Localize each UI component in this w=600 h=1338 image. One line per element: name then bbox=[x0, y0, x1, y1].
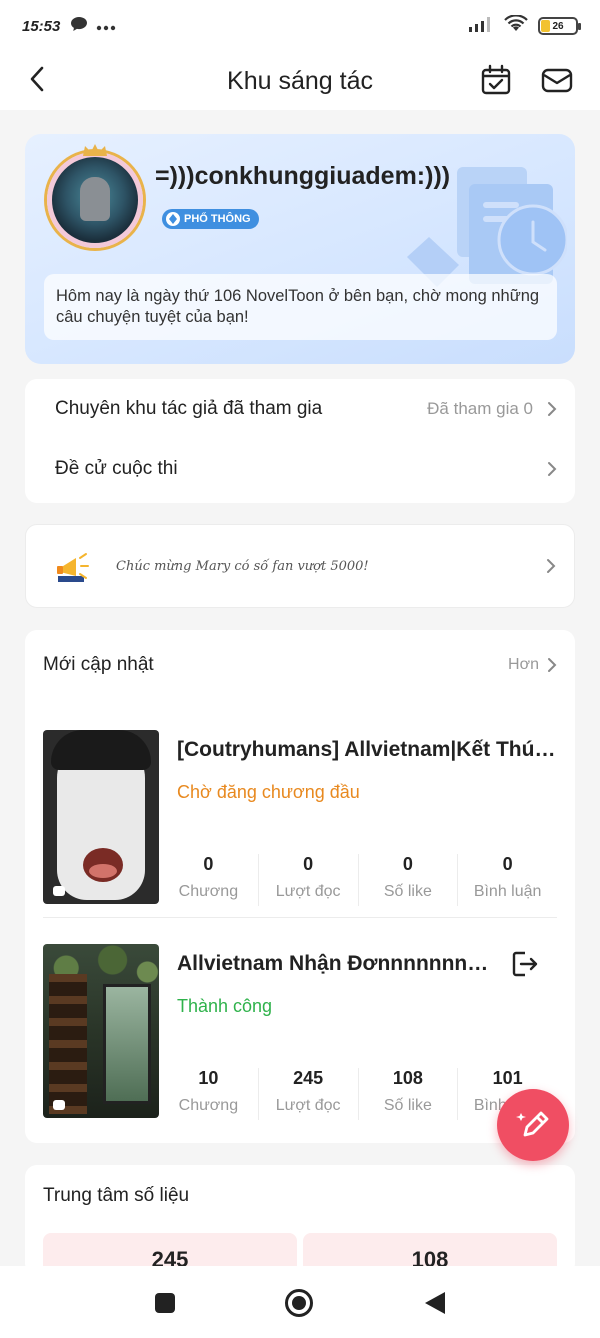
stat-value: 108 bbox=[392, 1068, 423, 1088]
profile-card: =)))conkhunggiuadem:))) PHỔ THÔNG Hôm na… bbox=[25, 134, 575, 364]
stat-value: 0 bbox=[203, 854, 214, 874]
chevron-right-icon bbox=[547, 559, 556, 573]
diamond-icon bbox=[166, 212, 180, 226]
stat-value: 101 bbox=[492, 1068, 523, 1088]
story-status: Thành công bbox=[177, 996, 273, 1016]
header: Khu sáng tác bbox=[0, 52, 600, 110]
menu-card: Chuyên khu tác giả đã tham gia Đã tham g… bbox=[25, 379, 575, 503]
write-fab-button[interactable] bbox=[497, 1089, 569, 1161]
pencil-icon bbox=[516, 1111, 549, 1137]
back-arrow-icon[interactable] bbox=[22, 64, 52, 94]
crown-icon bbox=[83, 144, 107, 156]
stat-value: 0 bbox=[303, 854, 314, 874]
story-item[interactable]: Allvietnam Nhận Đơnnnnnnnnn... Thành côn… bbox=[43, 944, 557, 1130]
avatar-figure bbox=[80, 177, 110, 221]
chat-bubble-icon bbox=[53, 1100, 65, 1110]
notice-banner[interactable]: Chúc mừng Mary có số fan vượt 5000! bbox=[25, 524, 575, 608]
more-link-label: Hơn bbox=[508, 656, 539, 673]
story-stats: 0 Chương 0 Lượt đọc 0 Số like 0 Bình luận bbox=[159, 854, 557, 906]
section-title: Trung tâm số liệu bbox=[43, 1185, 190, 1206]
stat-label: Lượt đọc bbox=[275, 883, 341, 900]
stat-likes: 0 Số like bbox=[357, 854, 458, 906]
calendar-check-icon[interactable] bbox=[480, 64, 512, 96]
back-button[interactable] bbox=[420, 1288, 450, 1318]
status-time: 15:53 bbox=[22, 17, 61, 35]
stat-value: 0 bbox=[402, 854, 413, 874]
status-bar: 15:53 26 bbox=[0, 0, 600, 52]
chat-bubble-icon bbox=[53, 886, 65, 896]
system-nav-bar bbox=[0, 1266, 600, 1338]
menu-item-label: Chuyên khu tác giả đã tham gia bbox=[55, 398, 323, 419]
more-dots-icon bbox=[96, 18, 116, 35]
more-link[interactable]: Hơn bbox=[508, 656, 557, 674]
menu-item-value: Đã tham gia 0 bbox=[427, 399, 533, 418]
stat-label: Lượt đọc bbox=[275, 1097, 341, 1114]
stat-chapters: 10 Chương bbox=[159, 1068, 258, 1120]
story-title: Allvietnam Nhận Đơnnnnnnnnn... bbox=[177, 952, 497, 975]
mail-icon[interactable] bbox=[541, 64, 573, 96]
stat-label: Số like bbox=[383, 1097, 432, 1114]
menu-item-contest[interactable]: Đề cử cuộc thi bbox=[25, 439, 575, 499]
battery-icon: 26 bbox=[538, 17, 581, 35]
story-status: Chờ đăng chương đầu bbox=[177, 782, 360, 802]
megaphone-icon bbox=[57, 553, 89, 582]
triangle-back-icon bbox=[425, 1292, 445, 1314]
story-item[interactable]: [Coutryhumans] Allvietnam|Kết Thúc ... C… bbox=[43, 730, 557, 916]
stat-value: 0 bbox=[502, 854, 513, 874]
stat-label: Chương bbox=[178, 883, 239, 900]
story-cover bbox=[43, 730, 159, 904]
circle-icon bbox=[285, 1289, 313, 1317]
battery-text: 26 bbox=[552, 20, 564, 32]
export-icon[interactable] bbox=[511, 950, 539, 978]
data-center-card: Trung tâm số liệu 245 108 bbox=[25, 1165, 575, 1275]
stat-label: Bình luận bbox=[473, 883, 542, 900]
story-cover bbox=[43, 944, 159, 1118]
stat-reads: 245 Lượt đọc bbox=[257, 1068, 358, 1120]
recent-updates-card: Mới cập nhật Hơn [Coutryhumans] Allvietn… bbox=[25, 630, 575, 1143]
story-stats: 10 Chương 245 Lượt đọc 108 Số like 101 Bình … bbox=[159, 1068, 557, 1120]
cover-hair bbox=[51, 730, 151, 770]
cover-window bbox=[103, 984, 151, 1104]
chevron-right-icon bbox=[548, 402, 557, 416]
stat-value: 10 bbox=[198, 1068, 219, 1088]
home-button[interactable] bbox=[284, 1288, 314, 1318]
stat-label: Số like bbox=[383, 883, 432, 900]
stat-value: 245 bbox=[293, 1068, 324, 1088]
avatar[interactable] bbox=[47, 144, 143, 248]
cover-bookshelf bbox=[49, 974, 87, 1114]
stat-likes: 108 Số like bbox=[357, 1068, 458, 1120]
divider bbox=[43, 917, 557, 918]
tier-badge-label: PHỔ THÔNG bbox=[184, 213, 251, 225]
chevron-right-icon bbox=[548, 462, 557, 476]
username: =)))conkhunggiuadem:))) bbox=[155, 162, 451, 190]
square-icon bbox=[155, 1293, 175, 1313]
menu-item-label: Đề cử cuộc thi bbox=[55, 458, 178, 479]
stat-chapters: 0 Chương bbox=[159, 854, 258, 906]
stat-label: Chương bbox=[178, 1097, 239, 1114]
stat-reads: 0 Lượt đọc bbox=[257, 854, 358, 906]
notice-text: Chúc mừng Mary có số fan vượt 5000! bbox=[116, 558, 369, 574]
wifi-icon bbox=[504, 14, 528, 37]
stat-comments: 0 Bình luận bbox=[457, 854, 557, 906]
greeting-message: Hôm nay là ngày thứ 106 NovelToon ở bên … bbox=[44, 274, 557, 340]
recent-apps-button[interactable] bbox=[150, 1288, 180, 1318]
chevron-right-icon bbox=[548, 658, 557, 672]
story-title: [Coutryhumans] Allvietnam|Kết Thúc ... bbox=[177, 738, 557, 761]
tier-badge: PHỔ THÔNG bbox=[162, 209, 259, 229]
menu-item-joined-zones[interactable]: Chuyên khu tác giả đã tham gia Đã tham g… bbox=[25, 379, 575, 439]
signal-icon bbox=[468, 16, 494, 36]
chat-bubble-icon bbox=[70, 16, 88, 36]
cover-mouth bbox=[83, 848, 123, 882]
section-title: Mới cập nhật bbox=[43, 654, 154, 675]
